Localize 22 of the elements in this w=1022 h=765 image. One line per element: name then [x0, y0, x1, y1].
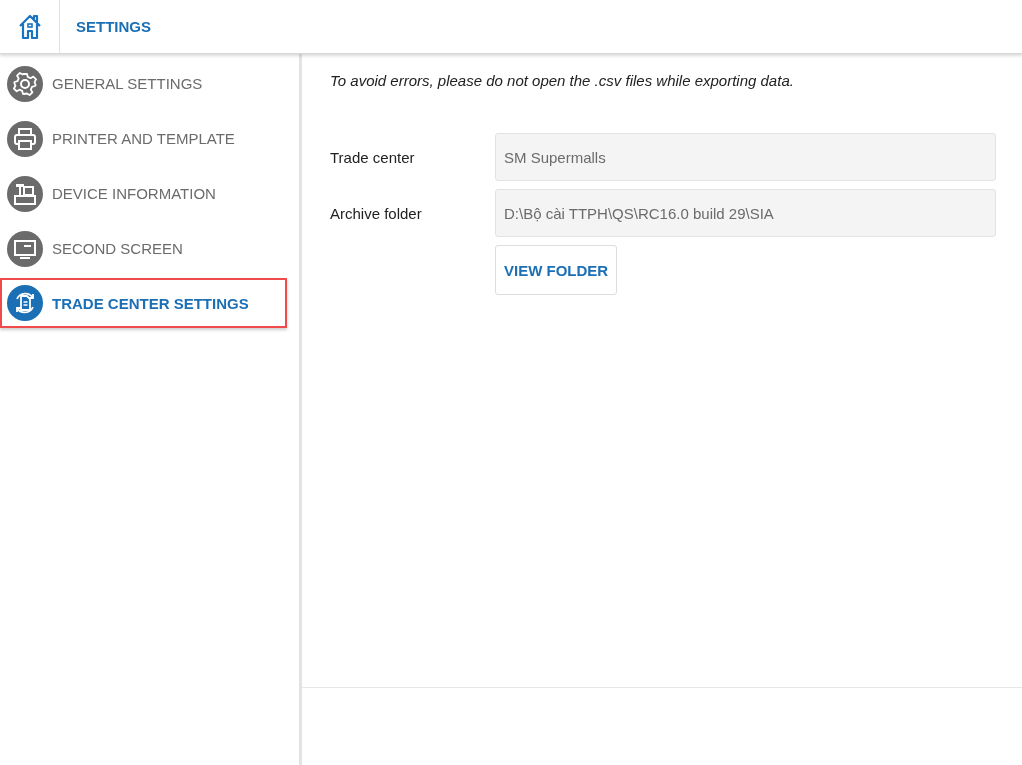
sidebar-item[interactable]: SECOND SCREEN — [0, 221, 299, 276]
sidebar-item[interactable]: PRINTER AND TEMPLATE — [0, 111, 299, 166]
text-field[interactable]: SM Supermalls — [495, 133, 996, 181]
field-label: Trade center — [330, 148, 416, 166]
sidebar-item[interactable]: DEVICE INFORMATION — [0, 166, 299, 221]
printer-icon — [7, 120, 43, 157]
sidebar-item[interactable]: TRADE CENTER SETTINGS — [0, 278, 287, 328]
text-field[interactable]: D:\Bộ cài TTPH\QS\RC16.0 build 29\SIA — [495, 189, 996, 237]
cash-register-icon — [7, 175, 43, 212]
sidebar-item-label: GENERAL SETTINGS — [52, 75, 203, 92]
sidebar-item-label: TRADE CENTER SETTINGS — [52, 294, 249, 312]
sidebar-item[interactable]: GENERAL SETTINGS — [0, 56, 299, 111]
view-folder-button[interactable]: VIEW FOLDER — [495, 245, 618, 295]
sidebar-item-label: DEVICE INFORMATION — [52, 185, 216, 202]
gear-icon — [7, 65, 43, 102]
document-sync-icon — [7, 285, 43, 321]
sidebar-item-label: SECOND SCREEN — [52, 240, 183, 257]
sidebar-item-label: PRINTER AND TEMPLATE — [52, 130, 235, 147]
field-label: Archive folder — [330, 204, 423, 222]
monitor-icon — [7, 230, 43, 267]
notice-text: To avoid errors, please do not open the .csv files while exporting data. — [330, 72, 795, 89]
page-title: SETTINGS — [76, 18, 151, 35]
